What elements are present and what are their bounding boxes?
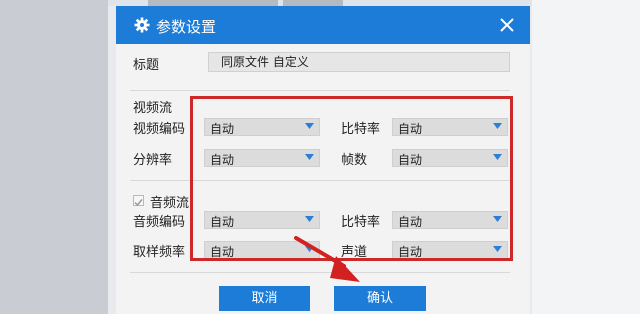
audio-codec-value: 自动 <box>210 215 235 229</box>
divider <box>130 90 510 91</box>
video-resolution-label: 分辨率 <box>133 153 173 168</box>
video-codec-value: 自动 <box>210 122 235 136</box>
dropdown-arrow-icon <box>305 154 314 160</box>
video-codec-select[interactable]: 自动 <box>204 118 320 136</box>
dropdown-arrow-icon <box>493 154 502 160</box>
video-resolution-select[interactable]: 自动 <box>204 149 320 167</box>
title-label: 标题 <box>133 58 160 73</box>
close-icon[interactable] <box>499 17 515 33</box>
cancel-button[interactable]: 取消 <box>219 286 310 311</box>
title-value-field[interactable]: 同原文件 自定义 <box>208 52 510 72</box>
dropdown-arrow-icon <box>305 246 314 252</box>
dropdown-arrow-icon <box>305 216 314 222</box>
audio-codec-label: 音频编码 <box>133 215 186 230</box>
dialog-title: 参数设置 <box>156 18 217 36</box>
settings-dialog: 参数设置 标题 同原文件 自定义 视频流 视频编码 自动 比特率 自动 分辨率 … <box>116 6 530 314</box>
audio-bitrate-select[interactable]: 自动 <box>392 211 508 229</box>
audio-samplerate-select[interactable]: 自动 <box>204 241 320 259</box>
video-framerate-label: 帧数 <box>341 153 368 168</box>
audio-channels-select[interactable]: 自动 <box>392 241 508 259</box>
dropdown-arrow-icon <box>305 123 314 129</box>
divider <box>130 180 510 181</box>
dropdown-arrow-icon <box>493 246 502 252</box>
audio-samplerate-label: 取样频率 <box>133 245 186 260</box>
video-bitrate-select[interactable]: 自动 <box>392 118 508 136</box>
video-codec-label: 视频编码 <box>133 122 186 137</box>
video-section-label: 视频流 <box>133 101 173 116</box>
gear-icon <box>134 17 150 33</box>
audio-samplerate-value: 自动 <box>210 245 235 259</box>
video-framerate-select[interactable]: 自动 <box>392 149 508 167</box>
video-bitrate-label: 比特率 <box>341 122 381 137</box>
video-resolution-value: 自动 <box>210 153 235 167</box>
divider <box>130 272 510 273</box>
audio-codec-select[interactable]: 自动 <box>204 211 320 229</box>
dropdown-arrow-icon <box>493 123 502 129</box>
check-icon <box>134 199 143 207</box>
audio-channels-label: 声道 <box>341 245 368 260</box>
audio-section-label: 音频流 <box>150 196 190 211</box>
dialog-titlebar: 参数设置 <box>116 6 530 44</box>
video-framerate-value: 自动 <box>398 153 423 167</box>
background-window-right <box>532 0 640 314</box>
ok-button[interactable]: 确认 <box>334 286 426 311</box>
background-window-left <box>0 0 108 314</box>
audio-enabled-checkbox[interactable] <box>133 195 144 207</box>
video-bitrate-value: 自动 <box>398 122 423 136</box>
audio-channels-value: 自动 <box>398 245 423 259</box>
audio-bitrate-value: 自动 <box>398 215 423 229</box>
dropdown-arrow-icon <box>493 216 502 222</box>
audio-bitrate-label: 比特率 <box>341 215 381 230</box>
